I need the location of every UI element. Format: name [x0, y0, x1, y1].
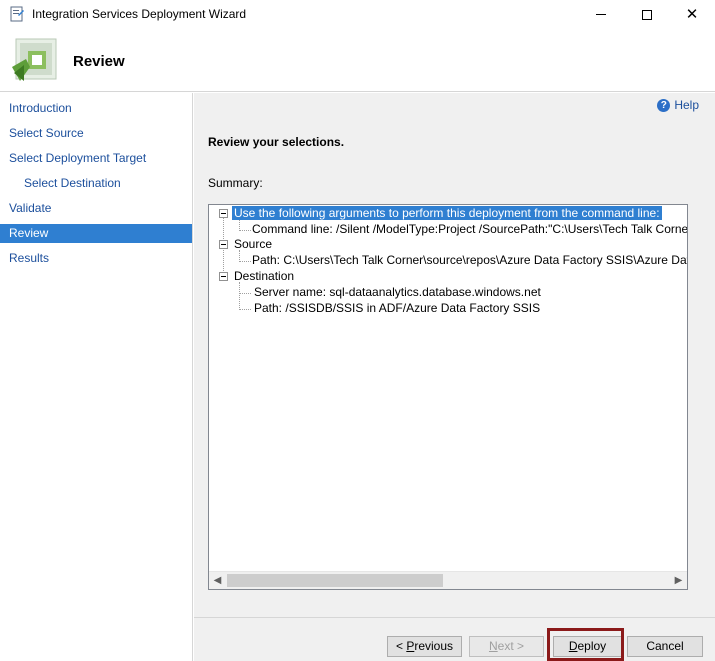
tree-node-arguments-label: Use the following arguments to perform t…	[232, 206, 662, 220]
previous-button-prefix: <	[395, 639, 407, 653]
nav-item-select-destination[interactable]: Select Destination	[0, 174, 192, 193]
help-link[interactable]: ? Help	[657, 98, 699, 112]
tree-connector	[239, 293, 251, 294]
tree-node-destination-path[interactable]: Path: /SSISDB/SSIS in ADF/Azure Data Fac…	[254, 300, 540, 316]
collapse-icon[interactable]	[219, 209, 228, 218]
tree-node-source[interactable]: Source	[234, 236, 272, 252]
maximize-icon[interactable]	[624, 0, 670, 29]
nav-item-review[interactable]: Review	[0, 224, 192, 243]
help-icon: ?	[657, 98, 671, 112]
summary-label: Summary:	[208, 176, 263, 190]
cancel-button[interactable]: Cancel	[627, 636, 703, 657]
wizard-content: ? Help Review your selections. Summary: …	[194, 93, 715, 661]
horizontal-scrollbar[interactable]: ◀ ▶	[209, 571, 687, 589]
tree-node-source-path[interactable]: Path: C:\Users\Tech Talk Corner\source\r…	[252, 252, 687, 268]
collapse-icon[interactable]	[219, 240, 228, 249]
scroll-thumb[interactable]	[227, 574, 443, 587]
previous-button[interactable]: < Previous	[387, 636, 462, 657]
title-bar: Integration Services Deployment Wizard ✕	[0, 0, 715, 29]
collapse-icon[interactable]	[219, 272, 228, 281]
next-button-rest: ext >	[497, 639, 525, 653]
summary-tree-viewport: Use the following arguments to perform t…	[209, 205, 687, 571]
page-title: Review	[73, 53, 125, 70]
wizard-graphic-icon	[12, 38, 57, 81]
section-heading: Review your selections.	[208, 135, 345, 149]
tree-node-server-name[interactable]: Server name: sql-dataanalytics.database.…	[254, 284, 541, 300]
scroll-right-icon[interactable]: ▶	[670, 572, 687, 589]
tree-node-destination[interactable]: Destination	[234, 268, 294, 284]
wizard-nav: Introduction Select Source Select Deploy…	[0, 93, 193, 661]
summary-tree[interactable]: Use the following arguments to perform t…	[208, 204, 688, 590]
nav-item-validate[interactable]: Validate	[0, 199, 192, 218]
tree-connector	[239, 309, 251, 310]
nav-item-select-source[interactable]: Select Source	[0, 124, 192, 143]
ssis-wizard-icon	[10, 6, 24, 22]
next-button[interactable]: Next >	[469, 636, 544, 657]
nav-item-select-deployment-target[interactable]: Select Deployment Target	[0, 149, 192, 168]
previous-button-rest: revious	[414, 639, 454, 653]
deploy-highlight-box	[547, 628, 624, 661]
next-button-accel: N	[488, 639, 498, 653]
minimize-icon[interactable]	[578, 0, 624, 29]
close-icon[interactable]: ✕	[669, 0, 715, 29]
tree-connector	[239, 230, 251, 231]
scroll-left-icon[interactable]: ◀	[209, 572, 226, 589]
window-title: Integration Services Deployment Wizard	[32, 7, 247, 21]
help-label: Help	[674, 98, 699, 112]
divider	[194, 617, 715, 618]
tree-connector	[239, 282, 240, 310]
nav-item-results[interactable]: Results	[0, 249, 192, 268]
wizard-header: Review	[0, 29, 715, 92]
tree-node-arguments[interactable]: Use the following arguments to perform t…	[232, 205, 662, 221]
tree-connector	[239, 261, 251, 262]
nav-item-introduction[interactable]: Introduction	[0, 99, 192, 118]
tree-node-command-line[interactable]: Command line: /Silent /ModelType:Project…	[252, 221, 687, 237]
